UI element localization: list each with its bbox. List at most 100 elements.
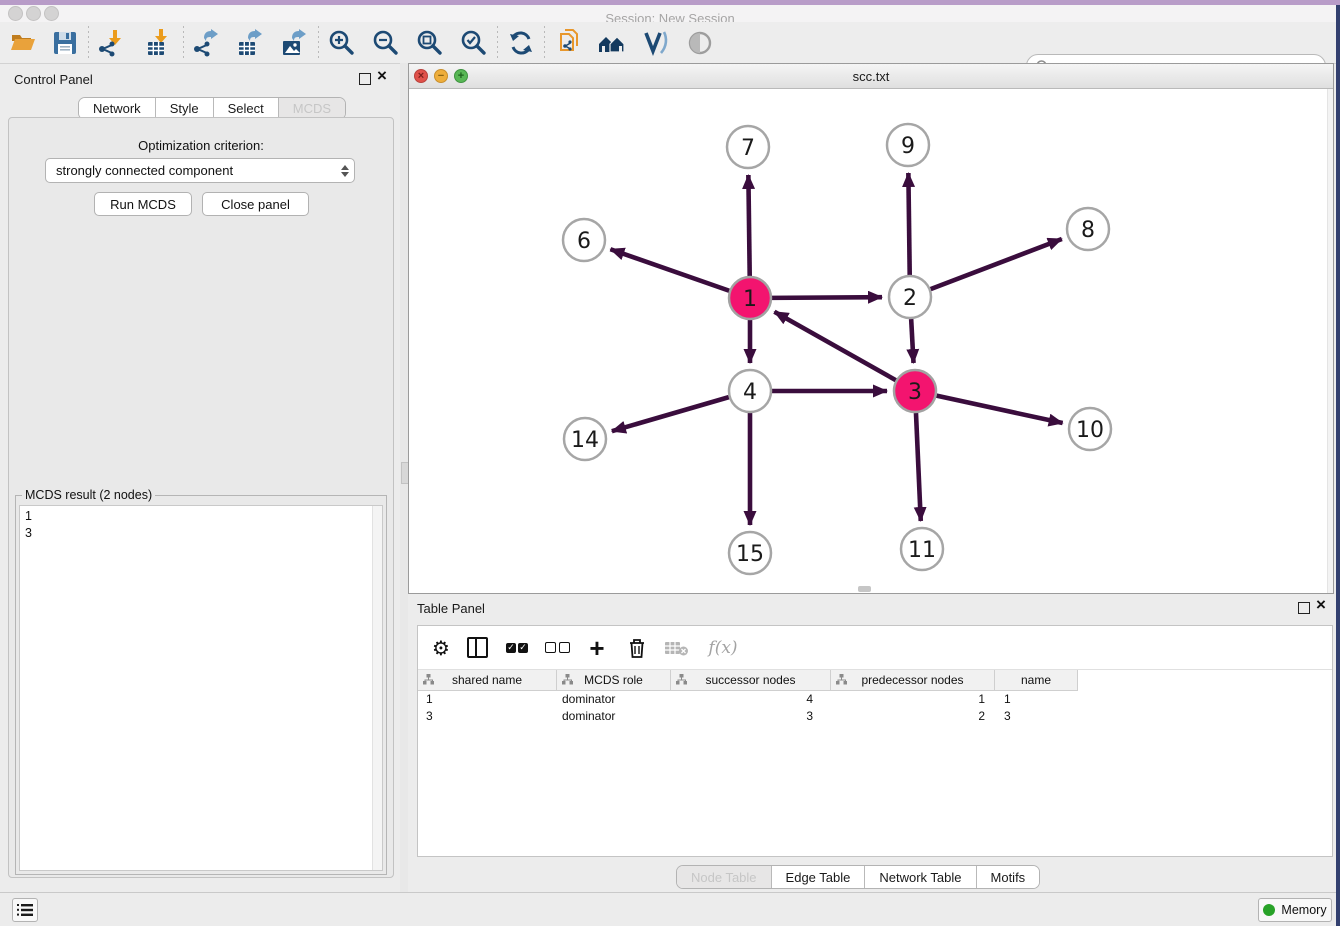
window-right-accent (1336, 5, 1340, 926)
network-window-titlebar[interactable]: × − + scc.txt (409, 64, 1333, 89)
open-session-icon[interactable] (8, 28, 38, 58)
first-neighbors-icon[interactable] (597, 28, 627, 58)
column-header-shared-name[interactable]: shared name (418, 670, 557, 690)
network-vscrollbar[interactable] (1327, 89, 1333, 593)
table-row[interactable]: 1 dominator 4 1 1 (418, 692, 1078, 709)
add-column-icon[interactable]: + (584, 635, 610, 661)
refresh-layout-icon[interactable] (506, 28, 536, 58)
column-header-successor-nodes[interactable]: successor nodes (671, 670, 831, 690)
memory-label: Memory (1281, 903, 1326, 917)
cell-successor-nodes[interactable]: 3 (671, 709, 831, 726)
cell-shared-name[interactable]: 1 (418, 692, 557, 709)
svg-text:1: 1 (743, 287, 757, 312)
export-network-icon[interactable] (192, 28, 222, 58)
svg-text:2: 2 (903, 286, 917, 311)
tab-edge-table[interactable]: Edge Table (772, 866, 866, 888)
panel-splitter[interactable] (400, 63, 408, 892)
column-header-predecessor-nodes[interactable]: predecessor nodes (831, 670, 995, 690)
cell-predecessor-nodes[interactable]: 2 (831, 709, 995, 726)
export-table-icon[interactable] (236, 28, 266, 58)
network-window-title: scc.txt (409, 69, 1333, 84)
float-panel-icon[interactable] (359, 73, 371, 85)
toolbar-separator (318, 26, 319, 60)
attribute-tree-icon (562, 674, 573, 685)
select-all-icon[interactable]: ✓✓ (504, 635, 530, 661)
node-table-region: ⚙ ✓✓ + f(x) shared name MCDS role (417, 625, 1333, 857)
zoom-in-icon[interactable] (327, 28, 357, 58)
mcds-result-group: MCDS result (2 nodes) 1 3 (15, 495, 387, 875)
memory-button[interactable]: Memory (1258, 898, 1332, 922)
table-settings-gear-icon[interactable]: ⚙ (428, 635, 454, 661)
svg-text:14: 14 (571, 428, 599, 453)
table-row[interactable]: 3 dominator 3 2 3 (418, 709, 1078, 726)
control-panel-header: Control Panel × (0, 63, 400, 97)
run-mcds-button[interactable]: Run MCDS (94, 192, 192, 216)
status-bar: Memory (0, 892, 1340, 926)
export-image-icon[interactable] (280, 28, 310, 58)
cell-shared-name[interactable]: 3 (418, 709, 557, 726)
svg-text:6: 6 (577, 229, 591, 254)
show-columns-icon[interactable] (464, 635, 490, 661)
svg-text:7: 7 (741, 136, 755, 161)
task-history-button[interactable] (12, 898, 38, 922)
close-panel-button[interactable]: Close panel (202, 192, 309, 216)
svg-text:3: 3 (908, 380, 922, 405)
network-hscrollbar-thumb[interactable] (858, 586, 871, 592)
mcds-panel: Optimization criterion: strongly connect… (8, 117, 394, 878)
clone-network-icon[interactable] (553, 28, 583, 58)
close-panel-icon[interactable]: × (377, 66, 387, 86)
table-toolbar: ⚙ ✓✓ + f(x) (418, 626, 1332, 670)
deselect-all-icon[interactable] (544, 635, 570, 661)
svg-text:11: 11 (908, 538, 936, 563)
cell-name[interactable]: 1 (995, 692, 1078, 709)
result-scrollbar[interactable] (372, 506, 382, 870)
column-header-name[interactable]: name (995, 670, 1078, 690)
column-header-mcds-role[interactable]: MCDS role (557, 670, 671, 690)
memory-status-icon (1263, 904, 1275, 916)
cell-mcds-role[interactable]: dominator (557, 692, 671, 709)
tab-network-table[interactable]: Network Table (865, 866, 976, 888)
table-header-row: shared name MCDS role successor nodes pr… (418, 670, 1078, 691)
delete-column-icon[interactable] (624, 635, 650, 661)
cell-successor-nodes[interactable]: 4 (671, 692, 831, 709)
main-toolbar (0, 22, 1340, 64)
import-network-icon[interactable] (97, 28, 127, 58)
tab-motifs[interactable]: Motifs (977, 866, 1040, 888)
tab-select[interactable]: Select (214, 98, 279, 119)
svg-text:4: 4 (743, 380, 757, 405)
table-float-panel-icon[interactable] (1298, 602, 1310, 614)
tab-network[interactable]: Network (79, 98, 156, 119)
list-icon (17, 903, 33, 917)
network-graph[interactable]: 7968124314101511 (409, 89, 1333, 593)
tab-style[interactable]: Style (156, 98, 214, 119)
network-canvas[interactable]: 7968124314101511 (409, 89, 1333, 593)
toolbar-separator (497, 26, 498, 60)
zoom-fit-icon[interactable] (415, 28, 445, 58)
zoom-out-icon[interactable] (371, 28, 401, 58)
control-panel-title: Control Panel (14, 72, 93, 87)
network-window: × − + scc.txt 7968124314101511 (408, 63, 1334, 594)
tab-mcds[interactable]: MCDS (279, 98, 345, 119)
save-session-icon[interactable] (50, 28, 80, 58)
import-table-icon[interactable] (145, 28, 175, 58)
vizmapper-icon[interactable] (641, 28, 671, 58)
zoom-selected-icon[interactable] (459, 28, 489, 58)
cell-predecessor-nodes[interactable]: 1 (831, 692, 995, 709)
toolbar-separator (544, 26, 545, 60)
attribute-tree-icon (423, 674, 434, 685)
table-panel-header: Table Panel × (408, 594, 1336, 625)
table-close-panel-icon[interactable]: × (1316, 595, 1326, 615)
optimization-criterion-dropdown[interactable]: strongly connected component (45, 158, 355, 183)
svg-text:9: 9 (901, 134, 915, 159)
toolbar-separator (183, 26, 184, 60)
toolbar-separator (88, 26, 89, 60)
table-panel-title: Table Panel (417, 601, 485, 616)
cell-mcds-role[interactable]: dominator (557, 709, 671, 726)
window-titlebar: Session: New Session (0, 5, 1340, 22)
hide-selected-icon[interactable] (685, 28, 715, 58)
cell-name[interactable]: 3 (995, 709, 1078, 726)
function-builder-icon: f(x) (704, 635, 742, 661)
table-type-tabs: Node Table Edge Table Network Table Moti… (676, 865, 1040, 889)
tab-node-table[interactable]: Node Table (677, 866, 772, 888)
mcds-result-textarea[interactable]: 1 3 (19, 505, 383, 871)
